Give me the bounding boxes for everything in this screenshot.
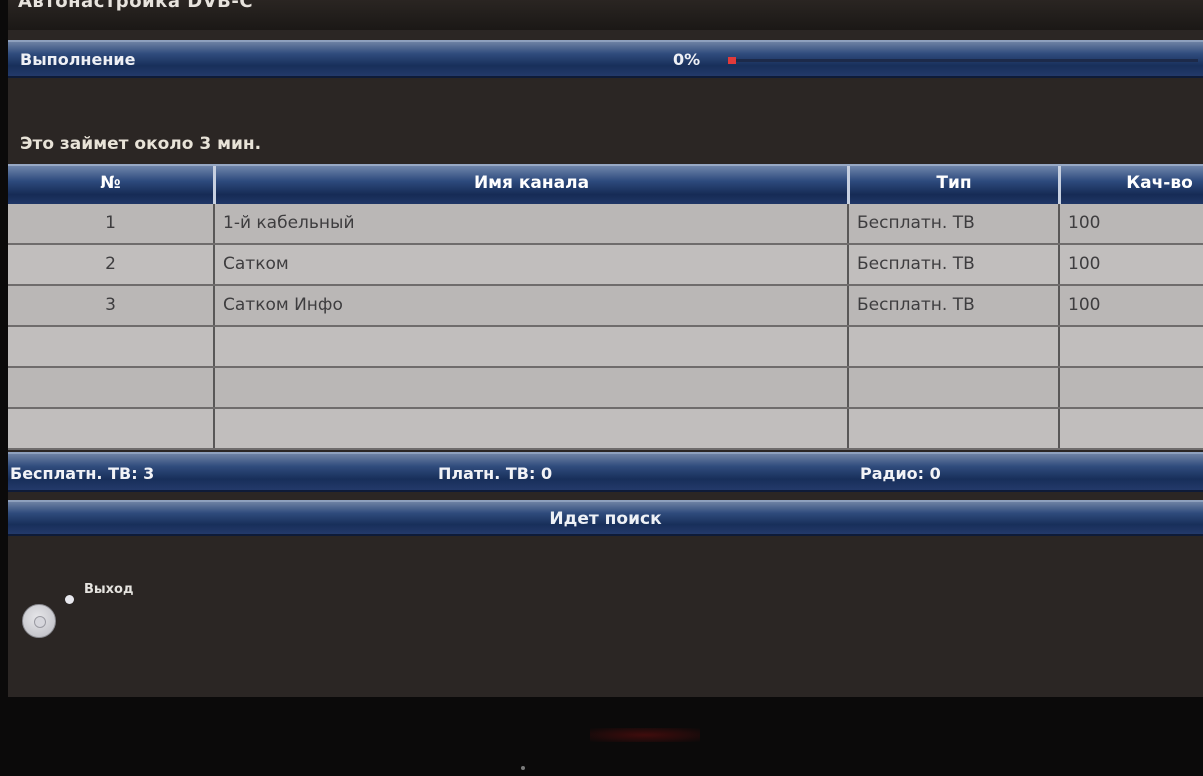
cell-quality: [1058, 368, 1203, 407]
channel-row[interactable]: 3 Сатком Инфо Бесплатн. ТВ 100: [8, 286, 1203, 327]
column-header-channel-name: Имя канала: [213, 166, 847, 204]
free-tv-count: Бесплатн. ТВ: 3: [10, 464, 155, 483]
cell-type: [847, 409, 1058, 448]
cell-channel-name: [213, 368, 847, 407]
search-status-bar: Идет поиск: [8, 500, 1203, 536]
progress-track: [728, 57, 1198, 64]
cell-number: [8, 327, 213, 366]
cell-channel-name: Сатком Инфо: [213, 286, 847, 325]
search-status: Идет поиск: [549, 509, 662, 529]
pay-tv-count: Платн. ТВ: 0: [438, 464, 553, 483]
cell-number: [8, 409, 213, 448]
cell-quality: 100: [1058, 286, 1203, 325]
channel-counts-bar: Бесплатн. ТВ: 3 Платн. ТВ: 0 Радио: 0: [8, 452, 1203, 492]
column-header-number: №: [100, 173, 121, 193]
cell-type: Бесплатн. ТВ: [847, 245, 1058, 284]
radio-count: Радио: 0: [860, 464, 941, 483]
progress-label: Выполнение: [20, 50, 136, 69]
button-dot-icon: [65, 595, 74, 604]
cell-type: Бесплатн. ТВ: [847, 204, 1058, 243]
channel-row[interactable]: [8, 409, 1203, 450]
time-estimate: Это займет около 3 мин.: [20, 134, 262, 154]
cell-type: [847, 327, 1058, 366]
cell-number: 1: [105, 213, 116, 233]
cell-type: Бесплатн. ТВ: [847, 286, 1058, 325]
window-title: Автонастройка DVB-C: [18, 0, 254, 12]
channel-table-header: № Имя канала Тип Кач-во: [8, 164, 1203, 204]
channel-list: 1 1-й кабельный Бесплатн. ТВ 100 2 Сатком Бесп…: [8, 204, 1203, 450]
tv-screen: Автонастройка DVB-C Выполнение 0% Это за…: [8, 0, 1203, 697]
cell-quality: 100: [1058, 245, 1203, 284]
cell-channel-name: 1-й кабельный: [213, 204, 847, 243]
channel-row[interactable]: 1 1-й кабельный Бесплатн. ТВ 100: [8, 204, 1203, 245]
channel-row[interactable]: 2 Сатком Бесплатн. ТВ 100: [8, 245, 1203, 286]
column-header-type: Тип: [847, 166, 1058, 204]
cell-channel-name: [213, 409, 847, 448]
progress-fill: [728, 57, 736, 64]
cell-number: 2: [105, 254, 116, 274]
channel-row[interactable]: [8, 327, 1203, 368]
channel-row[interactable]: [8, 368, 1203, 409]
progress-bar: Выполнение 0%: [8, 40, 1203, 78]
cell-type: [847, 368, 1058, 407]
cell-channel-name: Сатком: [213, 245, 847, 284]
exit-button[interactable]: Выход: [84, 582, 133, 597]
column-header-quality: Кач-во: [1058, 166, 1203, 204]
cell-quality: [1058, 409, 1203, 448]
cell-quality: 100: [1058, 204, 1203, 243]
cell-number: [8, 368, 213, 407]
cell-quality: [1058, 327, 1203, 366]
cell-number: 3: [105, 295, 116, 315]
title-strip: Автонастройка DVB-C: [8, 0, 1203, 30]
tv-power-led-icon: [521, 766, 525, 770]
tv-bezel-logo-glow: [590, 728, 700, 742]
progress-percent: 0%: [673, 50, 701, 69]
remote-control-icon: [22, 604, 56, 638]
cell-channel-name: [213, 327, 847, 366]
